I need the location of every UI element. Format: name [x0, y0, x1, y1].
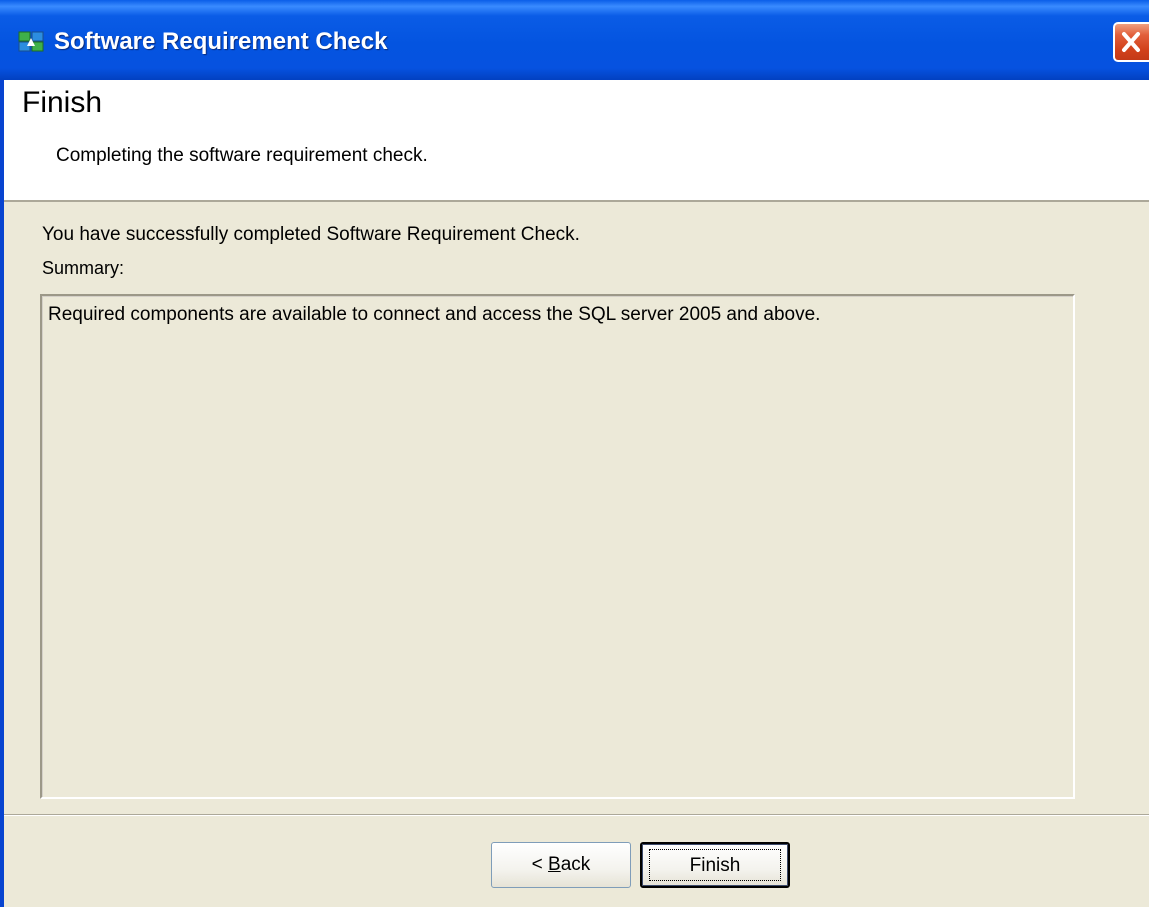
back-mnemonic: B: [548, 854, 561, 875]
page-title: Finish: [22, 86, 103, 119]
back-button[interactable]: < Back: [491, 842, 631, 888]
window-title: Software Requirement Check: [54, 28, 388, 55]
wizard-header: Finish Completing the software requireme…: [4, 80, 1149, 202]
finish-label: Finish: [649, 849, 781, 881]
page-subtitle: Completing the software requirement chec…: [56, 145, 428, 166]
title-bar[interactable]: Software Requirement Check: [0, 0, 1149, 80]
dialog-window: Software Requirement Check Finish Comple…: [0, 0, 1149, 907]
back-prefix: <: [531, 854, 549, 875]
window-frame: [0, 80, 4, 907]
success-message: You have successfully completed Software…: [42, 224, 580, 245]
divider: [4, 814, 1149, 816]
app-icon: [18, 31, 44, 52]
finish-button[interactable]: Finish: [640, 842, 790, 888]
summary-text: Required components are available to con…: [48, 304, 821, 325]
close-button[interactable]: [1113, 22, 1149, 62]
close-icon: [1122, 32, 1140, 52]
summary-textbox[interactable]: Required components are available to con…: [40, 294, 1075, 799]
back-label-rest: ack: [560, 854, 591, 875]
summary-label: Summary:: [42, 258, 125, 278]
